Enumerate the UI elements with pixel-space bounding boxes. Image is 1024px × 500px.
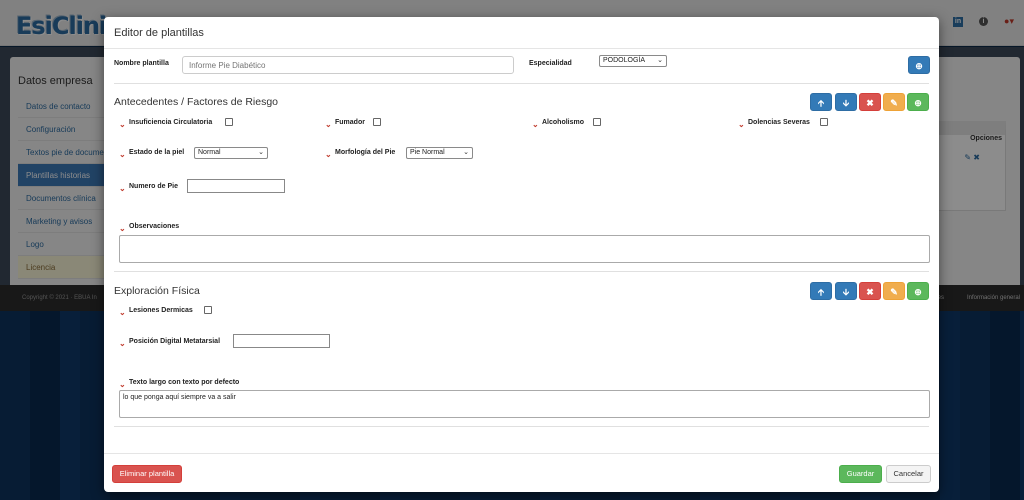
chevron-down-icon[interactable]: ⌄ <box>119 185 126 193</box>
delete-icon: ✖ <box>866 287 874 297</box>
chevron-down-icon: ⌄ <box>258 149 264 156</box>
texto-largo-textarea[interactable]: lo que ponga aquí siempre va a salir <box>119 390 930 418</box>
especialidad-value: PODOLOGÍA <box>603 57 646 64</box>
move-up-button[interactable]: 🡩 <box>810 282 832 300</box>
move-down-button[interactable]: 🡫 <box>835 93 857 111</box>
divider <box>114 83 929 84</box>
arrow-up-icon: 🡩 <box>817 98 825 108</box>
estado-piel-select[interactable]: Normal ⌄ <box>194 147 268 159</box>
add-section-button[interactable]: ⊕ <box>908 56 930 74</box>
texto-largo-label: Texto largo con texto por defecto <box>129 379 240 386</box>
edit-section-button[interactable]: ✎ <box>883 93 905 111</box>
cancelar-button[interactable]: Cancelar <box>886 465 931 483</box>
numero-pie-input[interactable] <box>187 179 285 193</box>
divider <box>114 271 929 272</box>
edit-pencil-icon: ✎ <box>890 287 898 297</box>
add-field-button[interactable]: ⊕ <box>907 93 929 111</box>
observaciones-textarea[interactable] <box>119 235 930 263</box>
arrow-up-icon: 🡩 <box>817 287 825 297</box>
eliminar-plantilla-button[interactable]: Eliminar plantilla <box>112 465 182 483</box>
edit-section-button[interactable]: ✎ <box>883 282 905 300</box>
fumador-checkbox[interactable] <box>373 118 381 126</box>
lesiones-label: Lesiones Dermicas <box>129 307 193 314</box>
morfologia-value: Pie Normal <box>410 149 445 156</box>
modal-title: Editor de plantillas <box>114 27 204 39</box>
arrow-down-icon: 🡫 <box>842 98 850 108</box>
guardar-button[interactable]: Guardar <box>839 465 882 483</box>
chevron-down-icon: ⌄ <box>657 57 663 64</box>
delete-icon: ✖ <box>866 98 874 108</box>
add-circle-icon: ⊕ <box>914 98 922 108</box>
divider <box>114 426 929 427</box>
chevron-down-icon: ⌄ <box>463 149 469 156</box>
chevron-down-icon[interactable]: ⌄ <box>119 340 126 348</box>
template-editor-modal: Editor de plantillas Nombre plantilla Es… <box>104 17 939 492</box>
posicion-input[interactable] <box>233 334 330 348</box>
insuficiencia-checkbox[interactable] <box>225 118 233 126</box>
chevron-down-icon[interactable]: ⌄ <box>325 121 332 129</box>
estado-piel-value: Normal <box>198 149 221 156</box>
move-up-button[interactable]: 🡩 <box>810 93 832 111</box>
estado-piel-label: Estado de la piel <box>129 149 185 156</box>
especialidad-label: Especialidad <box>529 60 572 67</box>
section-title-antecedentes: Antecedentes / Factores de Riesgo <box>114 96 279 108</box>
especialidad-select[interactable]: PODOLOGÍA ⌄ <box>599 55 667 67</box>
numero-pie-label: Numero de Pie <box>129 183 179 190</box>
nombre-plantilla-label: Nombre plantilla <box>114 60 169 67</box>
lesiones-checkbox[interactable] <box>204 306 212 314</box>
fumador-label: Fumador <box>335 119 365 126</box>
posicion-label: Posición Digital Metatarsial <box>129 338 221 345</box>
chevron-down-icon[interactable]: ⌄ <box>119 121 126 129</box>
dolencias-checkbox[interactable] <box>820 118 828 126</box>
dolencias-label: Dolencias Severas <box>748 119 810 126</box>
chevron-down-icon[interactable]: ⌄ <box>119 381 126 389</box>
chevron-down-icon[interactable]: ⌄ <box>119 151 126 159</box>
morfologia-label: Morfología del Pie <box>335 149 396 156</box>
observaciones-label: Observaciones <box>129 223 180 230</box>
add-field-button[interactable]: ⊕ <box>907 282 929 300</box>
add-circle-icon: ⊕ <box>914 287 922 297</box>
alcoholismo-label: Alcoholismo <box>542 119 585 126</box>
morfologia-select[interactable]: Pie Normal ⌄ <box>406 147 473 159</box>
chevron-down-icon[interactable]: ⌄ <box>532 121 539 129</box>
modal-header: Editor de plantillas <box>104 17 939 49</box>
plus-circle-icon: ⊕ <box>915 61 923 71</box>
move-down-button[interactable]: 🡫 <box>835 282 857 300</box>
chevron-down-icon[interactable]: ⌄ <box>738 121 745 129</box>
arrow-down-icon: 🡫 <box>842 287 850 297</box>
modal-footer-divider <box>104 453 939 454</box>
chevron-down-icon[interactable]: ⌄ <box>119 225 126 233</box>
chevron-down-icon[interactable]: ⌄ <box>119 309 126 317</box>
delete-section-button[interactable]: ✖ <box>859 93 881 111</box>
chevron-down-icon[interactable]: ⌄ <box>325 151 332 159</box>
delete-section-button[interactable]: ✖ <box>859 282 881 300</box>
insuficiencia-label: Insuficiencia Circulatoria <box>129 119 213 126</box>
nombre-plantilla-input[interactable] <box>182 56 514 74</box>
edit-pencil-icon: ✎ <box>890 98 898 108</box>
section-title-exploracion: Exploración Física <box>114 285 200 297</box>
alcoholismo-checkbox[interactable] <box>593 118 601 126</box>
